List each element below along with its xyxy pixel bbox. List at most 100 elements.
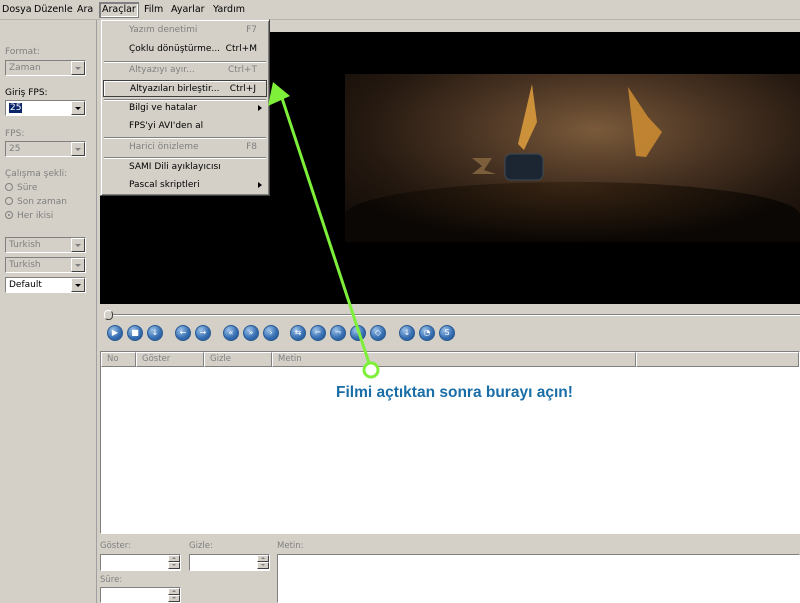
down-icon[interactable]: ↓ xyxy=(147,325,163,341)
radio-icon xyxy=(5,197,13,205)
mode-radio-duration[interactable]: Süre xyxy=(5,183,37,193)
submenu-arrow-icon xyxy=(258,182,262,188)
text-label: Metin: xyxy=(277,541,304,551)
chevron-down-icon[interactable] xyxy=(71,101,85,115)
menu-item-label: Harici önizleme xyxy=(129,142,199,152)
show-spinner[interactable] xyxy=(168,555,180,570)
spin-down-icon[interactable] xyxy=(168,562,180,569)
chevron-down-icon[interactable] xyxy=(71,258,85,272)
menu-settings[interactable]: Ayarlar xyxy=(169,3,207,17)
spin-up-icon[interactable] xyxy=(257,555,269,562)
fps-label: FPS: xyxy=(5,129,25,139)
menu-item-label: Altyazıyı ayır... xyxy=(129,65,195,75)
menu-item-shortcut: Ctrl+M xyxy=(225,44,257,54)
menu-item-batch-convert[interactable]: Çoklu dönüştürme... Ctrl+M xyxy=(103,41,267,58)
menu-tools[interactable]: Araçlar xyxy=(99,2,139,18)
menu-search[interactable]: Ara xyxy=(75,3,95,17)
column-header-hide[interactable]: Gizle xyxy=(204,352,272,367)
menu-item-label: SAMI Dili ayıklayıcısı xyxy=(129,162,221,172)
menu-item-label: Bilgi ve hatalar xyxy=(129,103,197,113)
submenu-arrow-icon xyxy=(258,105,262,111)
input-fps-select[interactable]: 25 xyxy=(5,100,86,116)
menu-item-info-errors[interactable]: Bilgi ve hatalar xyxy=(103,100,267,117)
sync-icon[interactable]: S xyxy=(439,325,455,341)
hide-time-field[interactable] xyxy=(189,554,270,571)
menu-item-split-subtitle[interactable]: Altyazıyı ayır... Ctrl+T xyxy=(103,62,267,79)
menu-item-spell-check[interactable]: Yazım denetimi F7 xyxy=(103,22,267,39)
menu-item-shortcut: Ctrl+T xyxy=(227,65,257,75)
mode-option-label: Her ikisi xyxy=(17,211,54,221)
set-end-icon[interactable]: ¬ xyxy=(330,325,346,341)
duration-label: Süre: xyxy=(100,575,123,585)
menu-file[interactable]: Dosya xyxy=(0,3,34,17)
timer-icon[interactable]: ◔ xyxy=(419,325,435,341)
mode-radio-both[interactable]: Her ikisi xyxy=(5,211,53,221)
scene-shape-left xyxy=(518,84,537,150)
chevron-down-icon[interactable] xyxy=(71,238,85,252)
save-icon[interactable]: ↓ xyxy=(399,325,415,341)
spin-up-icon[interactable] xyxy=(168,588,180,595)
mark-icon[interactable]: • xyxy=(350,325,366,341)
radio-icon xyxy=(5,183,13,191)
fast-forward-icon[interactable]: » xyxy=(243,325,259,341)
menu-item-join-subtitles[interactable]: Altyazıları birleştir... Ctrl+J xyxy=(103,80,267,97)
duration-field[interactable] xyxy=(100,587,181,603)
set-start-icon[interactable]: ⌐ xyxy=(310,325,326,341)
annotation-callout: Filmi açtıktan sonra burayı açın! xyxy=(336,384,573,401)
menu-item-label: Çoklu dönüştürme... xyxy=(129,44,221,54)
loop-icon[interactable]: ⇆ xyxy=(290,325,306,341)
scene-object xyxy=(504,153,544,181)
back-icon[interactable]: ← xyxy=(175,325,191,341)
menu-item-fps-from-avi[interactable]: FPS'yi AVI'den al xyxy=(103,118,267,135)
mode-radio-end-time[interactable]: Son zaman xyxy=(5,197,67,207)
chevron-down-icon[interactable] xyxy=(71,61,85,75)
tools-dropdown-menu: Yazım denetimi F7 Çoklu dönüştürme... Ct… xyxy=(100,19,270,196)
forward-icon[interactable]: → xyxy=(195,325,211,341)
input-fps-label: Giriş FPS: xyxy=(5,88,48,98)
format-label: Format: xyxy=(5,47,40,57)
rewind-icon[interactable]: « xyxy=(223,325,239,341)
style-select[interactable]: Default xyxy=(5,277,86,293)
menu-item-external-preview[interactable]: Harici önizleme F8 xyxy=(103,139,267,156)
subtitle-text-field[interactable] xyxy=(277,554,800,603)
column-header-show[interactable]: Göster xyxy=(136,352,204,367)
language1-select[interactable]: Turkish xyxy=(5,237,86,253)
menu-movie[interactable]: Film xyxy=(142,3,165,17)
menu-item-pascal-scripts[interactable]: Pascal skriptleri xyxy=(103,177,267,194)
chevron-down-icon[interactable] xyxy=(71,142,85,156)
spin-up-icon[interactable] xyxy=(168,555,180,562)
menu-item-label: FPS'yi AVI'den al xyxy=(129,121,204,131)
format-select[interactable]: Zaman xyxy=(5,60,86,76)
menu-item-shortcut: F8 xyxy=(246,142,257,152)
menu-edit[interactable]: Düzenle xyxy=(32,3,75,17)
transport-toolbar: ▶ ■ ↓ ← → « » › ⇆ ⌐ ¬ • ◇ ↓ ◔ S xyxy=(100,324,800,342)
seek-bar[interactable] xyxy=(100,310,800,320)
fps-select[interactable]: 25 xyxy=(5,141,86,157)
mode-label: Çalışma şekli: xyxy=(5,169,68,179)
language2-select[interactable]: Turkish xyxy=(5,257,86,273)
column-header-text[interactable]: Metin xyxy=(272,352,636,367)
hide-spinner[interactable] xyxy=(257,555,269,570)
code-icon[interactable]: ◇ xyxy=(370,325,386,341)
play-icon[interactable]: ▶ xyxy=(107,325,123,341)
next-frame-icon[interactable]: › xyxy=(263,325,279,341)
chevron-down-icon[interactable] xyxy=(71,278,85,292)
spin-down-icon[interactable] xyxy=(257,562,269,569)
column-header-no[interactable]: No xyxy=(101,352,136,367)
seek-track xyxy=(106,314,800,316)
duration-spinner[interactable] xyxy=(168,588,180,603)
subtitle-list[interactable]: No Göster Gizle Metin xyxy=(100,351,800,534)
scene-shape-right xyxy=(628,87,662,157)
spin-down-icon[interactable] xyxy=(168,595,180,602)
menu-item-sami-extractor[interactable]: SAMI Dili ayıklayıcısı xyxy=(103,159,267,176)
mode-option-label: Son zaman xyxy=(17,197,68,207)
fps-value: 25 xyxy=(9,144,21,154)
show-time-field[interactable] xyxy=(100,554,181,571)
menu-help[interactable]: Yardım xyxy=(211,3,247,17)
input-fps-value: 25 xyxy=(9,103,23,113)
stop-icon[interactable]: ■ xyxy=(127,325,143,341)
language1-value: Turkish xyxy=(9,240,41,250)
seek-thumb[interactable] xyxy=(104,310,113,320)
menu-item-shortcut: Ctrl+J xyxy=(229,84,256,94)
scene-emblem xyxy=(472,158,496,174)
